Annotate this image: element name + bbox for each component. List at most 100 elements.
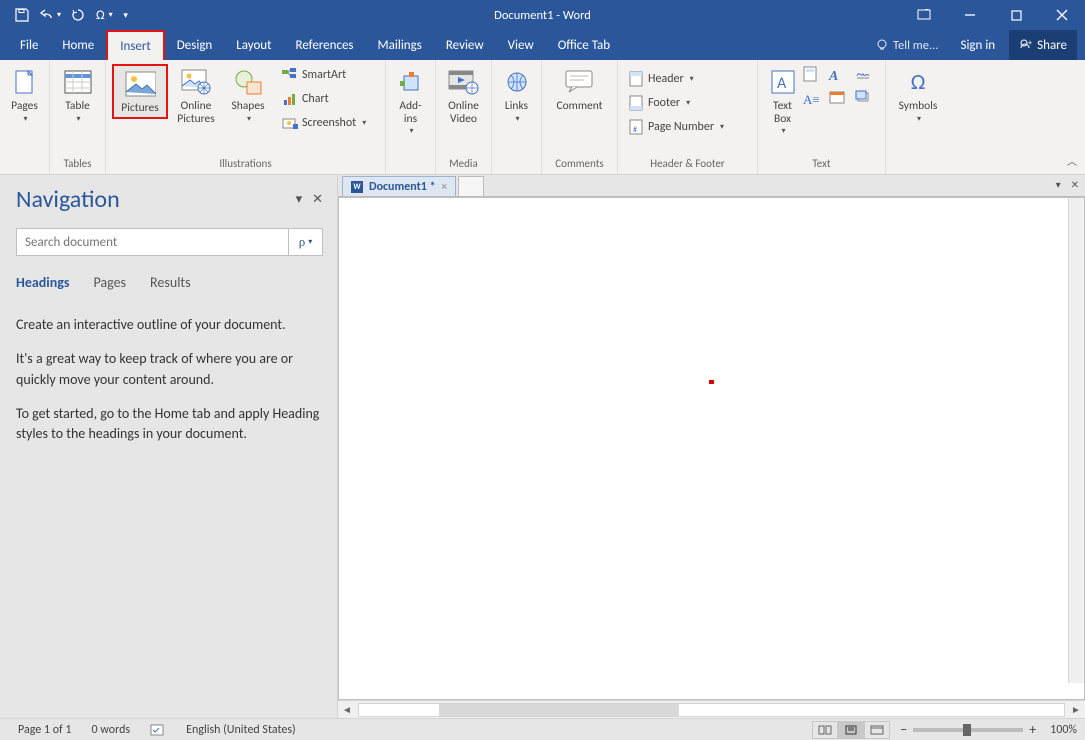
comment-icon	[564, 66, 596, 98]
collapse-ribbon-button[interactable]: ︿	[1067, 153, 1077, 168]
group-headerfooter-label: Header & Footer	[618, 155, 757, 174]
document-tab[interactable]: W Document1 * ×	[342, 176, 456, 196]
tab-layout[interactable]: Layout	[224, 30, 283, 60]
smartart-icon	[282, 67, 298, 83]
nav-options-button[interactable]: ▾	[296, 192, 303, 207]
video-icon	[448, 66, 480, 98]
share-label: Share	[1037, 38, 1067, 53]
online-pictures-button[interactable]: Online Pictures	[170, 64, 222, 127]
quickparts-button[interactable]	[803, 66, 827, 88]
close-button[interactable]	[1039, 0, 1085, 30]
document-viewport[interactable]	[338, 197, 1085, 700]
nav-search[interactable]: ρ ▾	[16, 228, 323, 256]
doc-tab-options[interactable]: ▾	[1056, 178, 1061, 191]
tell-me-search[interactable]: Tell me...	[867, 38, 946, 53]
document-tabs: W Document1 * × ▾ ✕	[338, 175, 1085, 197]
maximize-button[interactable]	[993, 0, 1039, 30]
zoom-control: − + 100%	[900, 721, 1077, 738]
zoom-slider[interactable]	[913, 728, 1023, 732]
tab-insert[interactable]: Insert	[106, 30, 165, 60]
scroll-right-button[interactable]: ►	[1067, 703, 1085, 716]
symbols-icon: Ω	[902, 66, 934, 98]
tab-mailings[interactable]: Mailings	[366, 30, 434, 60]
tell-me-placeholder: Tell me...	[893, 38, 938, 53]
shapes-button[interactable]: Shapes ▾	[224, 64, 272, 125]
vertical-scrollbar[interactable]	[1068, 198, 1084, 683]
status-language[interactable]: English (United States)	[176, 723, 306, 737]
pictures-button[interactable]: Pictures	[112, 64, 168, 119]
ribbon: Pages ▾ Table ▾ Tables Pictures Online P…	[0, 60, 1085, 175]
text-cursor	[709, 380, 714, 384]
word-doc-icon: W	[351, 181, 363, 193]
pages-button[interactable]: Pages ▾	[6, 64, 43, 125]
chart-button[interactable]: Chart	[278, 88, 370, 110]
screenshot-button[interactable]: Screenshot ▾	[278, 112, 370, 134]
nav-search-input[interactable]	[17, 235, 288, 250]
tab-officetab[interactable]: Office Tab	[546, 30, 622, 60]
status-spellcheck[interactable]	[140, 723, 176, 737]
nav-search-submit[interactable]: ρ ▾	[288, 229, 322, 255]
dropcap-button[interactable]: A≡	[803, 90, 827, 112]
nav-help-text: Create an interactive outline of your do…	[16, 315, 323, 458]
new-doc-tab[interactable]	[458, 176, 484, 196]
textbox-icon: A	[767, 66, 799, 98]
qat-customize[interactable]: ▾	[119, 3, 133, 27]
zoom-out-button[interactable]: −	[900, 721, 907, 738]
horizontal-scrollbar[interactable]: ◄ ►	[338, 700, 1085, 718]
tab-view[interactable]: View	[496, 30, 546, 60]
document-area: W Document1 * × ▾ ✕ ◄ ►	[338, 175, 1085, 718]
header-button[interactable]: Header▾	[624, 68, 728, 90]
undo-button[interactable]: ▾	[38, 3, 62, 27]
screenshot-icon	[282, 115, 298, 131]
zoom-in-button[interactable]: +	[1029, 721, 1036, 738]
scroll-thumb[interactable]	[439, 704, 679, 716]
doc-tab-close-all[interactable]: ✕	[1071, 178, 1079, 191]
zoom-value[interactable]: 100%	[1050, 723, 1077, 737]
share-button[interactable]: + Share	[1009, 30, 1077, 60]
ribbon-tab-row: File Home Insert Design Layout Reference…	[0, 30, 1085, 60]
tab-home[interactable]: Home	[50, 30, 106, 60]
view-print-button[interactable]	[838, 721, 864, 739]
smartart-button[interactable]: SmartArt	[278, 64, 370, 86]
tab-file[interactable]: File	[8, 30, 50, 60]
pagenum-icon: #	[628, 119, 644, 135]
addins-icon	[395, 66, 427, 98]
online-pictures-icon	[180, 66, 212, 98]
online-video-button[interactable]: Online Video	[442, 64, 485, 127]
nav-tab-results[interactable]: Results	[150, 274, 191, 291]
datetime-button[interactable]	[829, 90, 853, 112]
minimize-button[interactable]	[947, 0, 993, 30]
view-web-button[interactable]	[864, 721, 890, 739]
addins-button[interactable]: Add- ins ▾	[392, 64, 429, 138]
signature-button[interactable]	[855, 66, 879, 88]
signin-button[interactable]: Sign in	[950, 38, 1005, 53]
symbol-dropdown[interactable]: Ω▾	[94, 3, 115, 27]
status-page[interactable]: Page 1 of 1	[8, 723, 82, 737]
object-button[interactable]	[855, 90, 879, 112]
footer-icon	[628, 95, 644, 111]
links-button[interactable]: Links ▾	[498, 64, 535, 125]
save-button[interactable]	[10, 3, 34, 27]
footer-button[interactable]: Footer▾	[624, 92, 728, 114]
table-button[interactable]: Table ▾	[56, 64, 99, 125]
tab-references[interactable]: References	[284, 30, 366, 60]
wordart-button[interactable]: A	[829, 66, 853, 88]
scroll-left-button[interactable]: ◄	[338, 703, 356, 716]
nav-tab-pages[interactable]: Pages	[93, 274, 126, 291]
view-read-button[interactable]	[812, 721, 838, 739]
symbols-button[interactable]: Ω Symbols ▾	[894, 64, 942, 125]
close-doc-tab[interactable]: ×	[442, 180, 447, 193]
pictures-icon	[124, 68, 156, 100]
comment-button[interactable]: Comment	[548, 64, 611, 115]
page-number-button[interactable]: # Page Number▾	[624, 116, 728, 138]
nav-tab-headings[interactable]: Headings	[16, 274, 69, 291]
header-icon	[628, 71, 644, 87]
view-buttons	[812, 721, 890, 739]
textbox-button[interactable]: A Text Box ▾	[764, 64, 801, 138]
ribbon-options-button[interactable]	[901, 0, 947, 30]
tab-design[interactable]: Design	[165, 30, 224, 60]
redo-button[interactable]	[66, 3, 90, 27]
status-words[interactable]: 0 words	[82, 723, 141, 737]
nav-close-button[interactable]: ✕	[312, 192, 323, 207]
tab-review[interactable]: Review	[434, 30, 496, 60]
